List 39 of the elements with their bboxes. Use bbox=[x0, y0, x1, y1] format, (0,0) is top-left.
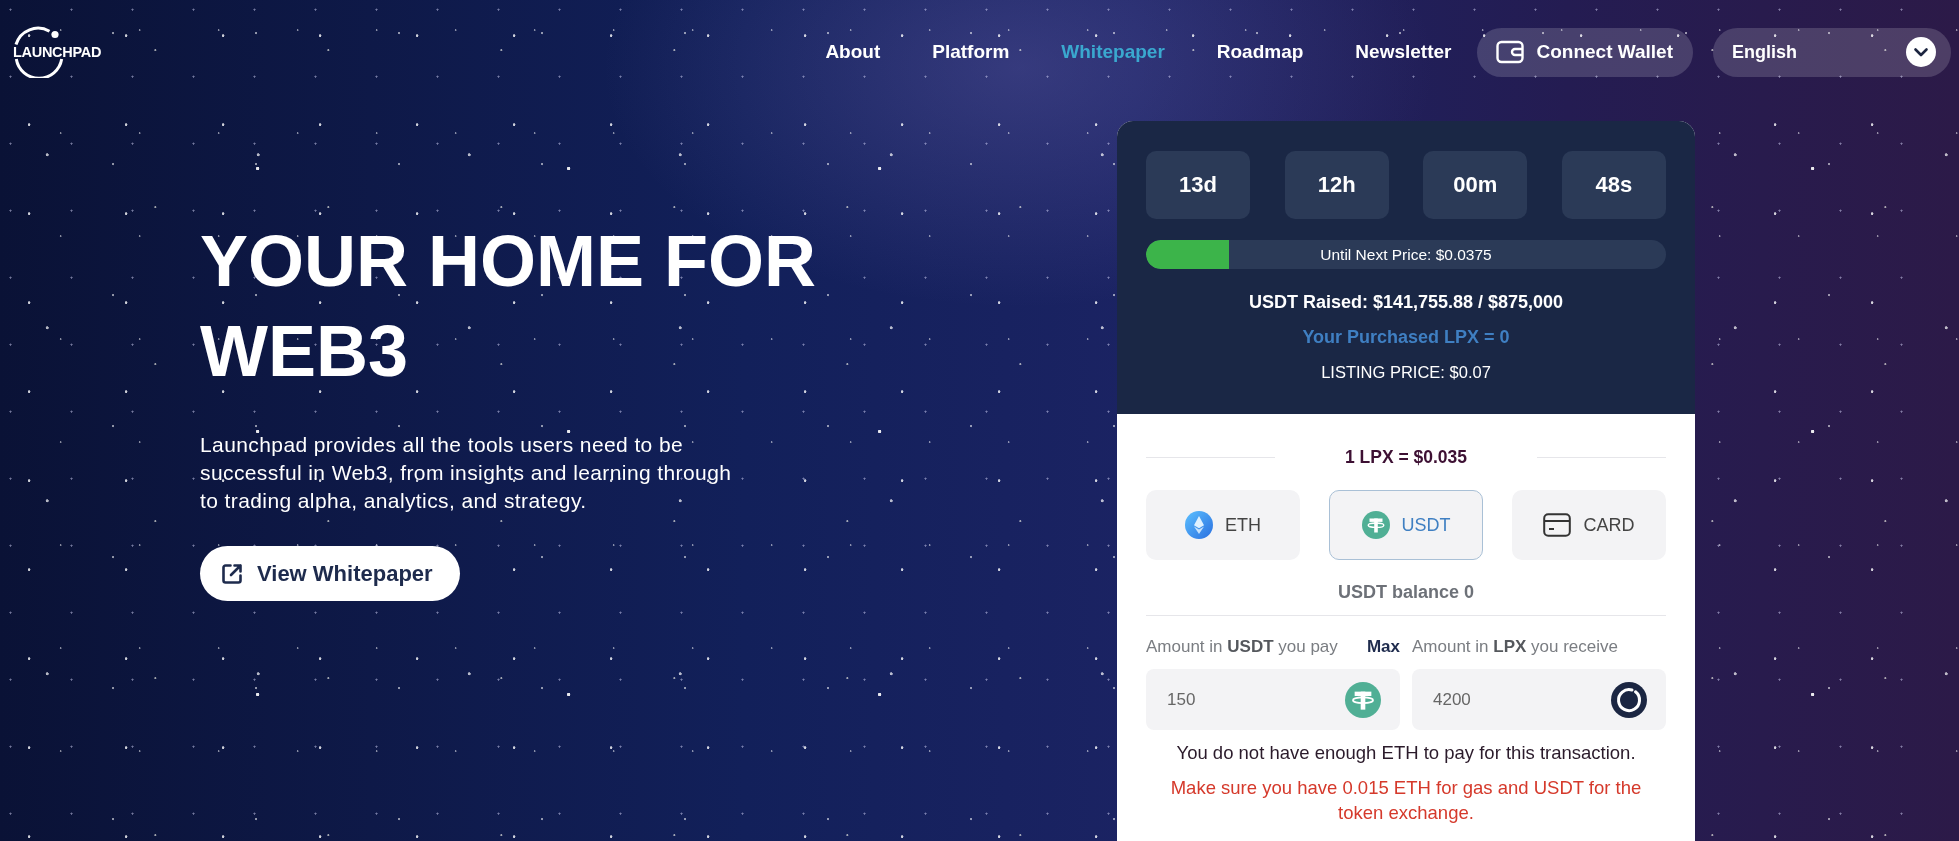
amount-label: Amount in LPX you receive bbox=[1412, 636, 1618, 658]
external-link-icon bbox=[220, 561, 244, 586]
view-whitepaper-button[interactable]: View Whitepaper bbox=[200, 546, 460, 601]
countdown-unit: 48s bbox=[1561, 151, 1666, 219]
t-coin-icon bbox=[1361, 511, 1390, 539]
nav-link[interactable]: Roadmap bbox=[1216, 41, 1304, 63]
balance-text: USDT balance 0 bbox=[1336, 581, 1475, 604]
currency-tab[interactable]: USDT bbox=[1329, 490, 1483, 560]
warning-message: Make sure you have 0.015 ETH for gas and USDT for the token exchange. bbox=[1169, 776, 1643, 825]
listing-price-text: LISTING PRICE: $0.07 bbox=[1321, 362, 1491, 383]
wallet-icon bbox=[1496, 40, 1525, 64]
hero-title: YOUR HOME FOR WEB3 bbox=[200, 220, 817, 393]
raised-amount-text: USDT Raised: $141,755.88 / $875,000 bbox=[1248, 291, 1564, 314]
purchased-amount-text: Your Purchased LPX = 0 bbox=[1302, 326, 1510, 349]
nav-link[interactable]: Newsletter bbox=[1355, 41, 1452, 63]
logo[interactable]: LAUNCHPAD bbox=[13, 26, 109, 78]
amount-label: Amount in USDT you pay bbox=[1146, 636, 1338, 658]
countdown-unit: 00m bbox=[1423, 151, 1528, 219]
currency-tab[interactable]: CARD bbox=[1512, 490, 1666, 560]
amount-input[interactable]: 150 bbox=[1146, 669, 1400, 730]
card-icon bbox=[1543, 513, 1572, 537]
language-select[interactable]: English bbox=[1713, 27, 1951, 77]
countdown-unit: 12h bbox=[1284, 151, 1389, 219]
nav-link[interactable]: Whitepaper bbox=[1061, 41, 1165, 63]
progress-label: Until Next Price: $0.0375 bbox=[1320, 244, 1492, 265]
diamond-coin-icon bbox=[1185, 511, 1213, 539]
nav-link[interactable]: Platform bbox=[932, 41, 1010, 63]
amount-input[interactable]: 4200 bbox=[1412, 669, 1666, 730]
chevron-down-icon bbox=[1906, 37, 1936, 67]
countdown-unit: 13d bbox=[1146, 151, 1250, 219]
error-message: You do not have enough ETH to pay for this transaction. bbox=[1175, 741, 1637, 765]
ring-coin-icon bbox=[1611, 681, 1647, 718]
hero-description: Launchpad provides all the tools users need to be successful in Web3, from insights and learning through to trading alpha, analytics, and strategy. bbox=[200, 432, 733, 514]
connect-wallet-button[interactable]: Connect Wallet bbox=[1477, 27, 1693, 77]
t-coin-icon bbox=[1345, 681, 1381, 718]
max-button[interactable]: Max bbox=[1366, 635, 1400, 659]
currency-tab[interactable]: ETH bbox=[1146, 490, 1300, 560]
nav-link[interactable]: About bbox=[825, 41, 881, 63]
exchange-rate-text: 1 LPX = $0.035 bbox=[1343, 446, 1469, 469]
